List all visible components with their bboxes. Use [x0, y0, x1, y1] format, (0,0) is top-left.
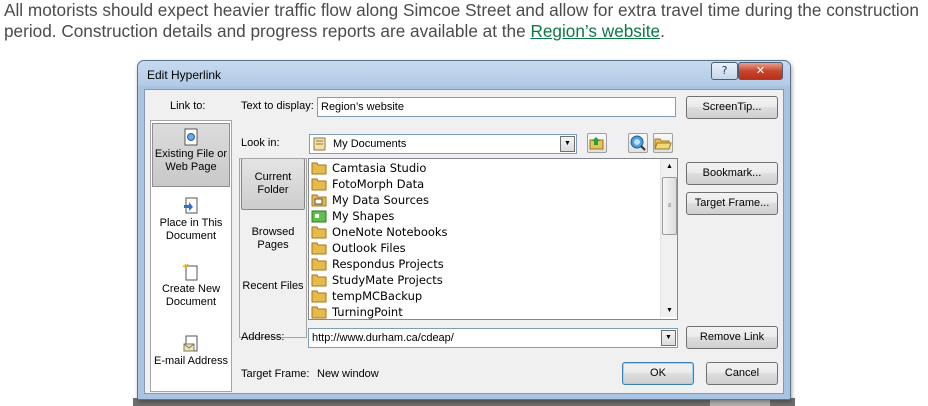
nav-current-folder-label: Current Folder [254, 171, 292, 196]
folder-icon [311, 162, 327, 175]
data-sources-folder-icon [311, 194, 327, 207]
place-in-document-icon [184, 197, 198, 214]
link-to-panel: Existing File or Web Page Place in This … [150, 120, 232, 392]
my-documents-icon [313, 137, 326, 151]
new-document-icon [182, 263, 198, 281]
help-button[interactable]: ? [711, 62, 738, 80]
file-name: My Shapes [332, 209, 395, 223]
file-list-item[interactable]: Respondus Projects [309, 256, 659, 272]
nav-recent-files-label: Recent Files [242, 280, 304, 292]
screentip-button[interactable]: ScreenTip... [686, 96, 778, 119]
address-chevron-down-icon[interactable]: ▼ [661, 330, 676, 346]
folder-icon [311, 306, 327, 319]
link-to-label-email: E-mail Address [154, 355, 228, 367]
file-name: Outlook Files [332, 241, 406, 255]
file-name: OneNote Notebooks [332, 225, 448, 239]
link-to-email[interactable]: E-mail Address [152, 331, 230, 389]
file-list-item[interactable]: Outlook Files [309, 240, 659, 256]
look-in-combo[interactable]: My Documents ▼ [309, 134, 577, 154]
paragraph-text: All motorists should expect heavier traf… [4, 0, 919, 41]
file-name: Camtasia Studio [332, 161, 427, 175]
folder-icon [311, 274, 327, 287]
file-list-item[interactable]: TurningPoint [309, 304, 659, 319]
file-list-item[interactable]: FotoMorph Data [309, 176, 659, 192]
link-to-place-in-document[interactable]: Place in This Document [152, 193, 230, 255]
file-list-item[interactable]: tempMCBackup [309, 288, 659, 304]
dialog-client-area: Link to: Existing File or Web Page Place… [144, 89, 784, 394]
file-list-item[interactable]: Camtasia Studio [309, 160, 659, 176]
email-icon [183, 335, 198, 352]
link-to-create-new[interactable]: Create New Document [152, 259, 230, 321]
file-name: StudyMate Projects [332, 273, 443, 287]
ok-button[interactable]: OK [622, 362, 694, 385]
scroll-up-icon[interactable]: ▲ [662, 159, 677, 175]
region-website-link[interactable]: Region’s website [530, 21, 660, 41]
file-list-item[interactable]: OneNote Notebooks [309, 224, 659, 240]
address-value: http://www.durham.ca/cdeap/ [312, 332, 454, 344]
browse-web-icon [630, 135, 646, 151]
up-one-folder-button[interactable] [587, 133, 607, 153]
existing-file-icon [184, 128, 198, 146]
folder-up-icon [589, 137, 604, 150]
nav-browsed-pages[interactable]: Browsed Pages [241, 220, 305, 262]
file-list-scrollbar[interactable]: ▲ ≡ ▼ [660, 159, 677, 317]
target-frame-button[interactable]: Target Frame... [686, 192, 778, 215]
file-name: Respondus Projects [332, 257, 444, 271]
target-frame-value: New window [317, 368, 379, 380]
close-button[interactable]: ✕ [738, 62, 783, 80]
file-list-item[interactable]: StudyMate Projects [309, 272, 659, 288]
dialog-title: Edit Hyperlink [147, 68, 222, 82]
link-to-label-place: Place in This Document [159, 217, 223, 242]
file-name: My Data Sources [332, 193, 429, 207]
address-label: Address: [241, 331, 285, 343]
link-to-existing-file[interactable]: Existing File or Web Page [152, 123, 230, 187]
paragraph-end: . [660, 21, 665, 41]
nav-current-folder[interactable]: Current Folder [241, 158, 305, 210]
link-to-label-existing: Existing File or Web Page [154, 148, 228, 173]
bookmark-button[interactable]: Bookmark... [686, 162, 778, 185]
shapes-folder-icon [311, 210, 327, 223]
text-to-display-label: Text to display: [241, 100, 314, 112]
folder-icon [311, 290, 327, 303]
look-in-value: My Documents [333, 138, 407, 150]
folder-icon [311, 258, 327, 271]
document-paragraph: All motorists should expect heavier traf… [4, 0, 926, 42]
cancel-button[interactable]: Cancel [706, 362, 778, 385]
scroll-down-icon[interactable]: ▼ [662, 303, 677, 319]
file-list-item[interactable]: My Data Sources [309, 192, 659, 208]
target-frame-label: Target Frame: [241, 368, 310, 380]
edit-hyperlink-dialog: Edit Hyperlink ? ✕ Link to: Existing Fil… [137, 60, 791, 400]
chevron-down-icon[interactable]: ▼ [560, 136, 575, 152]
remove-link-button[interactable]: Remove Link [686, 326, 778, 349]
link-to-label-new: Create New Document [161, 283, 221, 308]
file-name: FotoMorph Data [332, 177, 425, 191]
folder-icon [311, 226, 327, 239]
browse-web-button[interactable] [628, 133, 648, 153]
file-name: TurningPoint [332, 305, 403, 319]
file-name: tempMCBackup [332, 289, 423, 303]
folder-icon [311, 242, 327, 255]
nav-browsed-pages-label: Browsed Pages [251, 226, 295, 251]
link-to-label: Link to: [170, 100, 206, 112]
address-combo[interactable]: http://www.durham.ca/cdeap/ ▼ [308, 328, 678, 348]
nav-recent-files[interactable]: Recent Files [241, 274, 305, 316]
browse-file-button[interactable] [653, 133, 673, 153]
file-list-item[interactable]: My Shapes [309, 208, 659, 224]
file-list[interactable]: Camtasia Studio FotoMorph Data My Data Sou… [308, 158, 678, 320]
folder-icon [311, 178, 327, 191]
look-in-label: Look in: [241, 137, 280, 149]
open-folder-icon [654, 138, 672, 150]
text-to-display-input[interactable]: Region’s website [317, 97, 676, 117]
scroll-thumb[interactable]: ≡ [662, 177, 677, 235]
